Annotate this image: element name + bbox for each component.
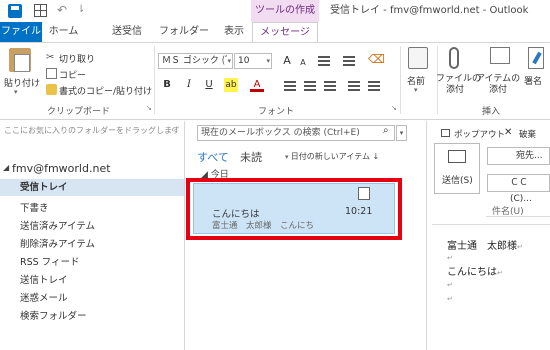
to-button[interactable]: 宛先... — [487, 147, 550, 165]
chevron-down-icon: ▾ — [227, 57, 231, 65]
folder-drafts[interactable]: 下書き — [20, 200, 49, 214]
align-right-icon[interactable] — [324, 81, 336, 91]
clipboard-launcher-icon[interactable]: ↘ — [146, 104, 152, 112]
filter-unread[interactable]: 未読 — [240, 149, 262, 165]
bullets-icon[interactable] — [318, 56, 330, 66]
clipboard-group-label: クリップボード — [47, 107, 111, 117]
tab-view[interactable]: 表示 — [214, 22, 254, 42]
folder-deleted-items[interactable]: 削除済みアイテム — [20, 236, 95, 250]
align-center-icon[interactable] — [304, 81, 316, 91]
outlook-app-icon[interactable] — [8, 4, 22, 18]
decrease-indent-icon[interactable] — [348, 81, 360, 91]
send-label: 送信(S) — [442, 176, 473, 186]
search-scope-dropdown[interactable]: ▾ — [396, 125, 407, 141]
body-line[interactable]: ↵ — [447, 293, 453, 304]
tab-message[interactable]: メッセージ — [252, 22, 318, 42]
subject-field[interactable] — [486, 216, 550, 217]
scissors-icon: ✂ — [46, 52, 55, 63]
attach-file-button[interactable]: ファイルの 添付 — [436, 74, 481, 96]
paperclip-icon — [449, 47, 459, 69]
grow-font-button[interactable]: A — [280, 54, 294, 68]
body-text: こんにちは — [447, 267, 497, 278]
folder-junk[interactable]: 迷惑メール — [20, 290, 68, 304]
close-icon: ✕ — [504, 127, 513, 138]
tab-home[interactable]: ホーム — [42, 22, 85, 42]
font-name-select[interactable]: ＭＳ ゴシック (ﾞ ▾ — [158, 53, 233, 69]
window-title: 受信トレイ - fmv@fmworld.net - Outlook — [330, 5, 529, 16]
return-mark: ↵ — [447, 281, 453, 289]
popout-icon — [441, 129, 450, 137]
tab-send-receive[interactable]: 送受信 — [100, 22, 154, 42]
chevron-down-icon: ▾ — [266, 57, 270, 65]
highlight-button[interactable]: ab — [224, 78, 238, 92]
return-mark: ↵ — [497, 269, 503, 277]
send-receive-all-icon[interactable] — [34, 4, 47, 17]
copy-button[interactable]: コピー — [59, 68, 86, 81]
font-size-select[interactable]: 10 ▾ — [234, 53, 272, 69]
increase-indent-icon[interactable] — [368, 81, 380, 91]
body-line[interactable]: ↵ — [447, 252, 453, 263]
body-line[interactable]: 富士通 太郎様↵ — [447, 237, 523, 252]
attach-item-button[interactable]: アイテムの 添付 — [476, 74, 520, 96]
folder-outbox[interactable]: 送信トレイ — [20, 272, 68, 286]
chevron-down-icon[interactable]: ▾ — [414, 86, 418, 94]
signature-button[interactable]: 署名 — [524, 74, 542, 87]
italic-button[interactable]: I — [182, 78, 196, 92]
ribbon-separator — [154, 46, 155, 114]
cc-button[interactable]: ＣＣ(C)... — [487, 174, 550, 204]
tab-folder[interactable]: フォルダー — [154, 22, 214, 42]
align-left-icon[interactable] — [284, 81, 296, 91]
include-group-label: 挿入 — [482, 107, 501, 117]
collapse-pane-icon[interactable]: ‹ — [171, 125, 174, 134]
context-tab-compose-tools: ツールの作成 — [251, 0, 319, 22]
discard-button[interactable]: 破棄 — [519, 128, 536, 140]
address-book-icon — [408, 47, 428, 69]
undo-icon[interactable]: ↶ — [57, 3, 67, 17]
envelope-icon — [490, 47, 510, 64]
ribbon-separator — [400, 46, 401, 114]
paste-dropdown-icon[interactable]: ▾ — [14, 88, 18, 96]
highlight-frame — [186, 178, 402, 240]
font-name-value: ＭＳ ゴシック (ﾞ — [162, 56, 230, 66]
divider — [432, 224, 550, 225]
body-text: 富士通 太郎様 — [447, 241, 517, 252]
clear-formatting-icon[interactable]: ⌫ — [368, 52, 385, 66]
return-mark: ↵ — [447, 295, 453, 303]
filter-all[interactable]: すべて — [197, 149, 229, 165]
underline-button[interactable]: U — [202, 78, 216, 92]
return-mark: ↵ — [447, 254, 453, 262]
numbering-icon[interactable] — [343, 56, 355, 66]
sort-dropdown[interactable]: ▾ 日付の新しいアイテム ↓ — [285, 151, 379, 162]
format-painter-button[interactable]: 書式のコピー/貼り付け — [59, 84, 152, 97]
envelope-send-icon — [448, 150, 466, 163]
bold-button[interactable]: B — [160, 78, 174, 92]
cut-button[interactable]: 切り取り — [59, 52, 95, 65]
favorites-hint: ここにお気に入りのフォルダーをドラッグします — [4, 126, 179, 135]
format-painter-icon — [46, 84, 57, 95]
account-name[interactable]: fmv@fmworld.net — [12, 162, 111, 175]
qat-customize-icon[interactable]: ⇂ — [77, 4, 85, 15]
font-size-value: 10 — [238, 56, 250, 66]
signature-icon — [528, 47, 544, 69]
shrink-font-button[interactable]: A — [296, 56, 310, 70]
body-line[interactable]: こんにちは↵ — [447, 263, 503, 278]
paste-icon[interactable] — [9, 48, 31, 72]
body-line[interactable]: ↵ — [447, 279, 453, 290]
font-group-label: フォント — [258, 107, 295, 117]
tab-file[interactable]: ファイル — [0, 22, 42, 42]
folder-sent-items[interactable]: 送信済みアイテム — [20, 218, 95, 232]
sort-label: 日付の新しいアイテム ↓ — [290, 152, 380, 161]
expand-triangle-icon[interactable]: ◢ — [3, 163, 9, 172]
folder-rss[interactable]: RSS フィード — [20, 254, 80, 268]
folder-inbox[interactable]: 受信トレイ — [0, 179, 184, 196]
copy-icon — [46, 68, 57, 79]
font-color-button[interactable]: A — [250, 78, 264, 92]
paste-button[interactable]: 貼り付け — [4, 76, 40, 89]
folder-search[interactable]: 検索フォルダー — [20, 308, 87, 322]
search-icon[interactable]: ⌕ — [383, 125, 389, 136]
return-mark: ↵ — [517, 243, 523, 251]
search-input[interactable]: 現在のメールボックス の検索 (Ctrl+E) — [197, 125, 395, 141]
font-launcher-icon[interactable]: ↘ — [391, 104, 397, 112]
popout-button[interactable]: ポップアウト — [454, 128, 505, 140]
